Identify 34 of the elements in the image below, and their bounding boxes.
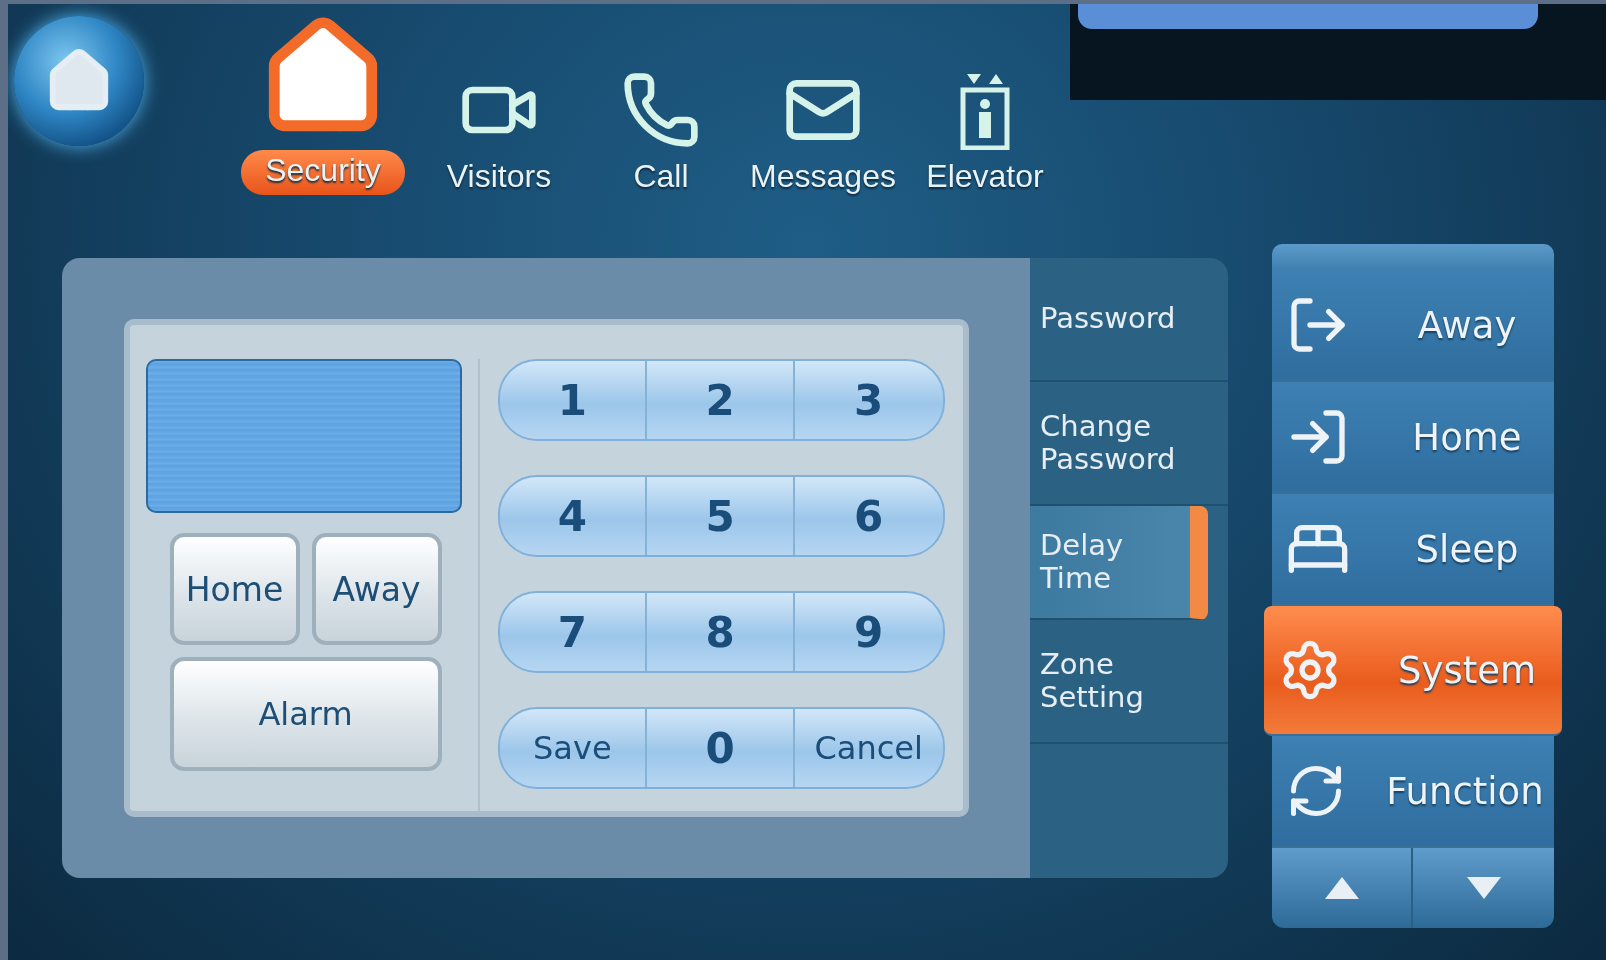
digit-key[interactable]: 7	[499, 593, 648, 671]
digit-key[interactable]: 3	[794, 361, 943, 439]
digit-key[interactable]: 9	[794, 593, 943, 671]
digit-key[interactable]: 5	[647, 477, 795, 555]
up-triangle-icon	[1324, 877, 1359, 899]
mode-item[interactable]: Home	[1272, 382, 1554, 494]
digit-key[interactable]: 1	[499, 361, 648, 439]
menu-item[interactable]: Delay Time	[1030, 506, 1208, 620]
down-triangle-icon	[1466, 877, 1501, 899]
action-key[interactable]: Save	[499, 709, 648, 787]
digit-key[interactable]: 6	[794, 477, 943, 555]
mode-item[interactable]: Function	[1272, 736, 1554, 848]
digit-key[interactable]: 4	[499, 477, 648, 555]
nav-tab[interactable]: Elevator	[910, 72, 1060, 195]
mode-button[interactable]: Away	[311, 533, 442, 645]
scroll-up-button[interactable]	[1272, 848, 1413, 928]
digit-key[interactable]: 0	[647, 709, 795, 787]
menu-item[interactable]: Password	[1030, 258, 1228, 382]
phone-icon	[621, 70, 701, 150]
mode-item[interactable]: Away	[1272, 270, 1554, 382]
mode-button[interactable]: Alarm	[169, 657, 442, 771]
mode-item[interactable]: System	[1264, 606, 1562, 736]
digit-key[interactable]: 8	[647, 593, 795, 671]
nav-tab[interactable]: Visitors	[424, 70, 574, 195]
action-key[interactable]: Cancel	[794, 709, 943, 787]
digit-key[interactable]: 2	[647, 361, 795, 439]
home-button[interactable]	[14, 16, 144, 146]
menu-item[interactable]: Zone Setting	[1030, 620, 1228, 744]
mode-item[interactable]: Sleep	[1272, 494, 1554, 606]
nav-tab[interactable]: Call	[586, 70, 736, 195]
mode-button[interactable]: Home	[169, 533, 300, 645]
nav-tab[interactable]: Security	[234, 12, 412, 195]
scroll-down-button[interactable]	[1413, 848, 1554, 928]
nav-tab[interactable]: Messages	[748, 70, 898, 195]
